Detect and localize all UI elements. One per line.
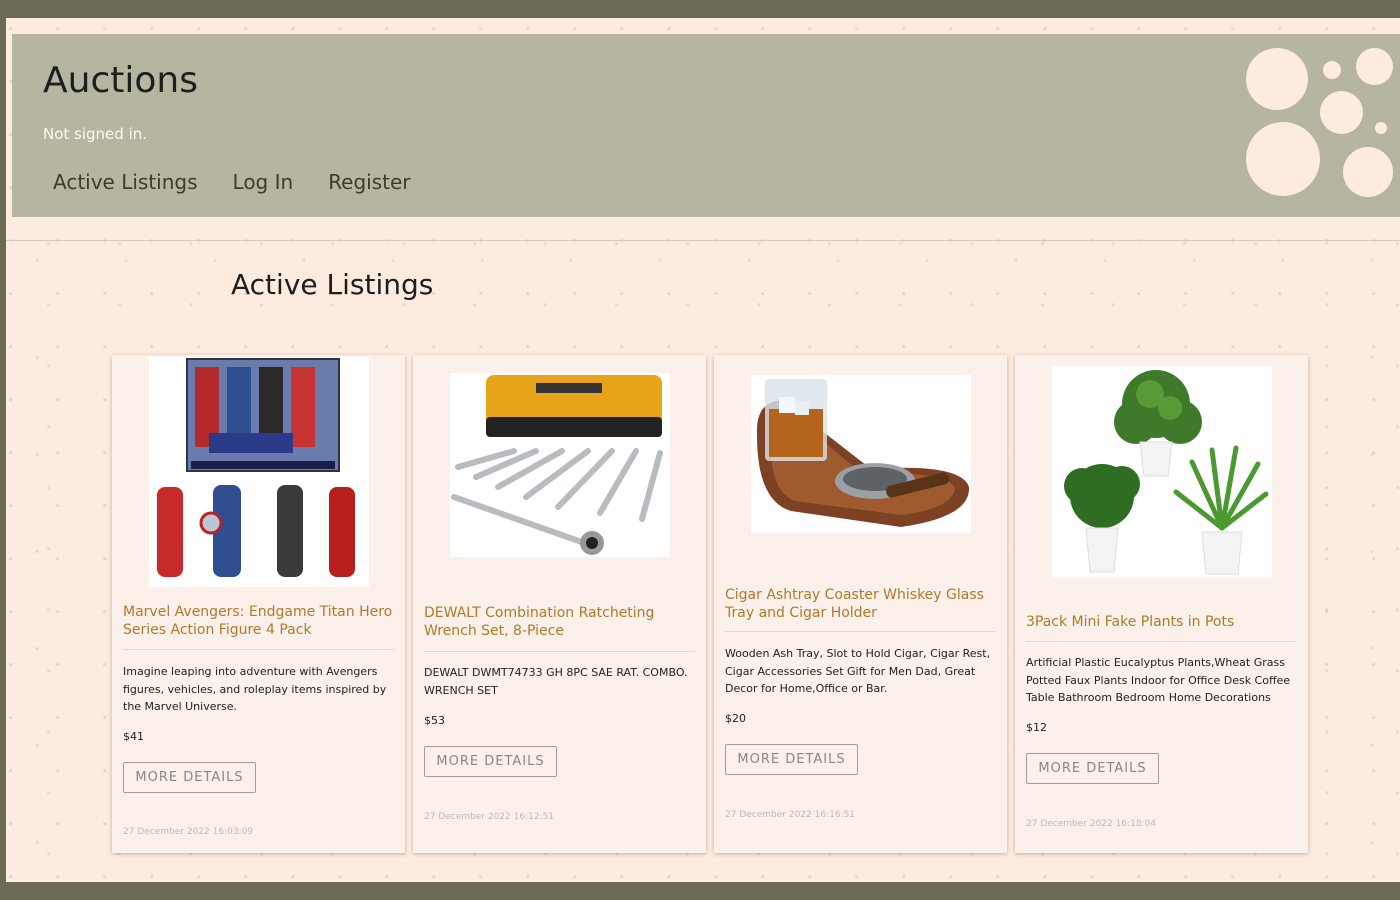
- listing-price: $12: [1026, 721, 1047, 734]
- more-details-button[interactable]: MORE DETAILS: [424, 746, 557, 777]
- bubble-decoration: [1246, 122, 1320, 196]
- site-title: Auctions: [43, 60, 198, 101]
- listing-description: Artificial Plastic Eucalyptus Plants,Whe…: [1026, 656, 1291, 704]
- listing-card: Marvel Avengers: Endgame Titan Hero Seri…: [112, 355, 405, 853]
- wrench-set-image[interactable]: [450, 373, 670, 557]
- whiskey-tray-image[interactable]: [751, 375, 971, 533]
- title-divider: [1026, 641, 1297, 642]
- bubble-decoration: [1323, 61, 1341, 79]
- listing-price: $20: [725, 712, 746, 725]
- title-divider: [424, 651, 695, 652]
- page-title: Active Listings: [231, 268, 434, 301]
- bubble-decoration: [1375, 122, 1387, 134]
- bubble-decoration: [1343, 147, 1393, 197]
- listing-title[interactable]: DEWALT Combination Ratcheting Wrench Set…: [424, 604, 695, 640]
- listing-date: 27 December 2022 16:03:09: [123, 827, 254, 837]
- bubble-decoration: [1320, 91, 1363, 134]
- listing-card: DEWALT Combination Ratcheting Wrench Set…: [413, 355, 706, 853]
- listing-description: Imagine leaping into adventure with Aven…: [123, 665, 387, 713]
- more-details-button[interactable]: MORE DETAILS: [123, 762, 256, 793]
- nav-active-listings[interactable]: Active Listings: [53, 170, 198, 194]
- listing-price: $41: [123, 730, 144, 743]
- bubble-decoration: [1356, 48, 1393, 85]
- listing-description: DEWALT DWMT74733 GH 8PC SAE RAT. COMBO. …: [424, 666, 688, 697]
- potted-plants-image[interactable]: [1052, 366, 1272, 578]
- listing-title[interactable]: 3Pack Mini Fake Plants in Pots: [1026, 613, 1297, 631]
- title-divider: [123, 649, 394, 650]
- listing-card: Cigar Ashtray Coaster Whiskey Glass Tray…: [714, 355, 1007, 853]
- main-nav: Active Listings Log In Register: [53, 170, 446, 194]
- nav-register[interactable]: Register: [328, 170, 410, 194]
- listing-title[interactable]: Cigar Ashtray Coaster Whiskey Glass Tray…: [725, 586, 996, 622]
- listing-description: Wooden Ash Tray, Slot to Hold Cigar, Cig…: [725, 647, 991, 695]
- more-details-button[interactable]: MORE DETAILS: [725, 744, 858, 775]
- more-details-button[interactable]: MORE DETAILS: [1026, 753, 1159, 784]
- nav-log-in[interactable]: Log In: [233, 170, 294, 194]
- page: Auctions Not signed in. Active Listings …: [6, 18, 1400, 882]
- listing-date: 27 December 2022 16:12:51: [424, 812, 555, 822]
- listing-title[interactable]: Marvel Avengers: Endgame Titan Hero Seri…: [123, 603, 394, 639]
- action-figures-image[interactable]: [149, 357, 369, 587]
- listing-date: 27 December 2022 16:16:51: [725, 810, 856, 820]
- title-divider: [725, 631, 996, 632]
- header-divider: [6, 240, 1400, 241]
- listing-card: 3Pack Mini Fake Plants in Pots Artificia…: [1015, 355, 1308, 853]
- sign-in-status: Not signed in.: [43, 125, 148, 143]
- listing-price: $53: [424, 714, 445, 727]
- bubble-decoration: [1246, 48, 1308, 110]
- site-header: Auctions Not signed in. Active Listings …: [12, 34, 1400, 217]
- listing-date: 27 December 2022 16:18:04: [1026, 819, 1157, 829]
